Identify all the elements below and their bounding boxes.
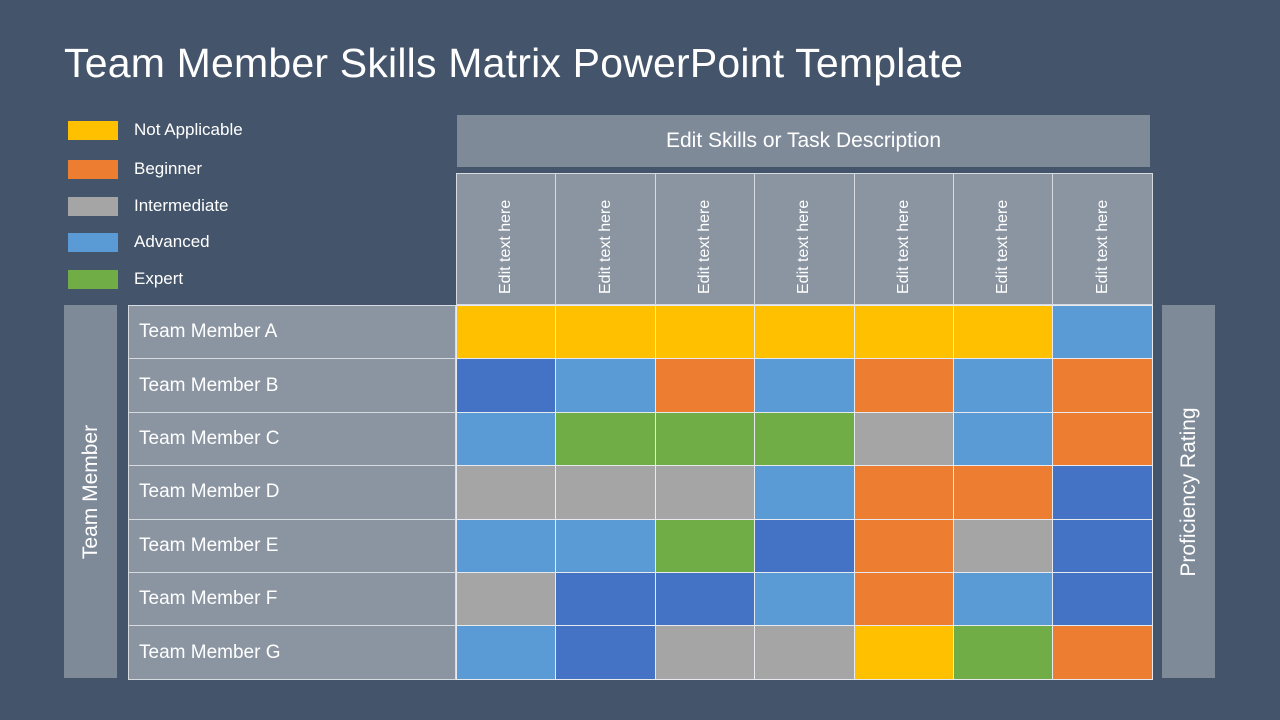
matrix-cell[interactable] bbox=[1052, 625, 1153, 680]
matrix-cell[interactable] bbox=[953, 625, 1054, 680]
column-header[interactable]: Edit text here bbox=[754, 173, 855, 305]
matrix-cell[interactable] bbox=[1052, 518, 1153, 573]
column-header-label: Edit text here bbox=[994, 199, 1012, 294]
row-label[interactable]: Team Member G bbox=[128, 625, 456, 680]
matrix-cell[interactable] bbox=[555, 305, 656, 360]
page-title: Team Member Skills Matrix PowerPoint Tem… bbox=[64, 40, 964, 86]
legend-label: Expert bbox=[134, 269, 184, 288]
legend-swatch bbox=[68, 269, 118, 289]
matrix-cell[interactable] bbox=[754, 358, 855, 413]
matrix-cell[interactable] bbox=[1052, 465, 1153, 520]
matrix-cell[interactable] bbox=[754, 305, 855, 360]
column-header-label: Edit text here bbox=[695, 199, 713, 294]
matrix-cell[interactable] bbox=[953, 518, 1054, 573]
matrix-cell[interactable] bbox=[853, 465, 954, 520]
column-header[interactable]: Edit text here bbox=[953, 173, 1054, 305]
matrix-cell[interactable] bbox=[853, 305, 954, 360]
proficiency-rating-axis-label: Proficiency Rating bbox=[1162, 305, 1215, 678]
matrix-cell[interactable] bbox=[654, 358, 756, 413]
matrix-cell[interactable] bbox=[1052, 358, 1153, 413]
column-header[interactable]: Edit text here bbox=[654, 173, 756, 305]
matrix-cell[interactable] bbox=[555, 572, 656, 627]
legend-item: Advanced bbox=[68, 232, 210, 252]
matrix-cell[interactable] bbox=[853, 572, 954, 627]
legend-label: Advanced bbox=[134, 232, 210, 251]
column-header-label: Edit text here bbox=[795, 199, 813, 294]
column-header[interactable]: Edit text here bbox=[456, 173, 557, 305]
matrix-cell[interactable] bbox=[456, 625, 557, 680]
matrix-cell[interactable] bbox=[456, 358, 557, 413]
matrix-cell[interactable] bbox=[654, 465, 756, 520]
matrix-cell[interactable] bbox=[953, 305, 1054, 360]
matrix-cell[interactable] bbox=[456, 465, 557, 520]
legend-label: Intermediate bbox=[134, 196, 229, 215]
matrix-cell[interactable] bbox=[1052, 572, 1153, 627]
matrix-cell[interactable] bbox=[456, 411, 557, 467]
row-label[interactable]: Team Member B bbox=[128, 358, 456, 413]
matrix-cell[interactable] bbox=[654, 518, 756, 573]
matrix-cell[interactable] bbox=[456, 518, 557, 573]
team-member-axis-label: Team Member bbox=[64, 305, 117, 678]
matrix-cell[interactable] bbox=[654, 572, 756, 627]
skills-header: Edit Skills or Task Description bbox=[457, 115, 1150, 167]
matrix-cell[interactable] bbox=[555, 518, 656, 573]
column-header-label: Edit text here bbox=[497, 199, 515, 294]
legend-item: Expert bbox=[68, 269, 183, 289]
matrix-cell[interactable] bbox=[555, 358, 656, 413]
matrix-cell[interactable] bbox=[953, 411, 1054, 467]
team-member-label: Team Member bbox=[78, 424, 102, 559]
legend-item: Intermediate bbox=[68, 196, 229, 216]
matrix-cell[interactable] bbox=[555, 465, 656, 520]
matrix-cell[interactable] bbox=[456, 305, 557, 360]
matrix-cell[interactable] bbox=[853, 358, 954, 413]
skills-matrix: Team Member A Team Member B Team Member CT… bbox=[128, 305, 1153, 680]
matrix-cell[interactable] bbox=[754, 625, 855, 680]
row-label[interactable]: Team Member A bbox=[128, 305, 456, 360]
row-label[interactable]: Team Member E bbox=[128, 518, 456, 573]
legend-swatch bbox=[68, 159, 118, 179]
row-label[interactable]: Team Member F bbox=[128, 572, 456, 627]
column-header[interactable]: Edit text here bbox=[555, 173, 656, 305]
matrix-cell[interactable] bbox=[953, 572, 1054, 627]
matrix-cell[interactable] bbox=[456, 572, 557, 627]
legend-item: Not Applicable bbox=[68, 120, 243, 140]
matrix-cell[interactable] bbox=[853, 625, 954, 680]
column-header[interactable]: Edit text here bbox=[1052, 173, 1153, 305]
column-header-label: Edit text here bbox=[894, 199, 912, 294]
matrix-cell[interactable] bbox=[754, 465, 855, 520]
legend-swatch bbox=[68, 120, 118, 140]
column-header-label: Edit text here bbox=[1093, 199, 1111, 294]
proficiency-rating-label: Proficiency Rating bbox=[1176, 406, 1200, 577]
column-header[interactable]: Edit text here bbox=[853, 173, 954, 305]
row-label[interactable]: Team Member C bbox=[128, 411, 456, 467]
matrix-cell[interactable] bbox=[754, 518, 855, 573]
matrix-cell[interactable] bbox=[953, 465, 1054, 520]
matrix-cell[interactable] bbox=[555, 411, 656, 467]
matrix-cell[interactable] bbox=[555, 625, 656, 680]
legend-label: Beginner bbox=[134, 159, 203, 178]
matrix-cell[interactable] bbox=[853, 411, 954, 467]
legend-swatch bbox=[68, 232, 118, 252]
matrix-cell[interactable] bbox=[654, 305, 756, 360]
column-header-label: Edit text here bbox=[596, 199, 614, 294]
matrix-cell[interactable] bbox=[1052, 305, 1153, 360]
legend-swatch bbox=[68, 196, 118, 216]
legend-label: Not Applicable bbox=[134, 120, 243, 139]
row-label[interactable]: Team Member D bbox=[128, 465, 456, 520]
matrix-cell[interactable] bbox=[853, 518, 954, 573]
matrix-cell[interactable] bbox=[754, 572, 855, 627]
matrix-cell[interactable] bbox=[1052, 411, 1153, 467]
legend-item: Beginner bbox=[68, 159, 202, 179]
matrix-cell[interactable] bbox=[654, 411, 756, 467]
matrix-cell[interactable] bbox=[654, 625, 756, 680]
matrix-cell[interactable] bbox=[754, 411, 855, 467]
column-headers: Edit text here Edit text here Edit text he… bbox=[456, 173, 1153, 305]
matrix-cell[interactable] bbox=[953, 358, 1054, 413]
